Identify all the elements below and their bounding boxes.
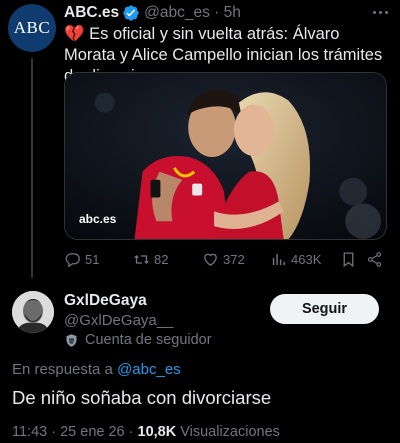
parent-tweet-header: ABC.es @abc_es · 5h [64,3,241,23]
reply-author-handle[interactable]: @GxlDeGaya__ [64,312,173,329]
reply-tweet: GxlDeGaya @GxlDeGaya__ Cuenta de seguido… [0,282,400,443]
more-options-icon[interactable] [370,4,390,20]
in-reply-prefix: En respuesta a [12,361,118,378]
follow-button[interactable]: Seguir [270,294,379,324]
views-chart-icon [272,253,285,265]
reply-button[interactable]: 51 [64,248,99,270]
in-reply-to-line: En respuesta a @abc_es [12,361,181,378]
author-handle-and-time: @abc_es · 5h [144,4,241,21]
thread-connector-line [31,58,33,278]
bearded-man-avatar-image [12,291,54,333]
retweet-count: 82 [154,251,169,267]
reply-author-name[interactable]: GxlDeGaya [64,292,147,310]
parent-tweet[interactable]: ABC ABC.es @abc_es · 5h 💔 Es oficial y s… [0,0,400,282]
bookmark-icon [343,251,354,267]
share-icon [367,251,382,267]
reply-views-count: 10,8K [137,424,177,440]
share-button[interactable] [366,248,383,270]
shield-icon [66,333,77,347]
in-reply-mention-link[interactable]: @abc_es [117,361,181,378]
reply-tweet-text: De niño soñaba con divorciarse [12,387,272,408]
retweet-button[interactable]: 82 [133,248,168,270]
verified-badge-icon [122,4,140,22]
reply-author-avatar[interactable] [12,291,54,333]
reply-timestamp[interactable]: 11:43 · 25 ene 26 · [12,424,138,440]
media-watermark: abc.es [79,212,117,226]
like-count: 372 [223,251,245,267]
views-button[interactable]: 463K [270,248,321,270]
reply-icon [65,252,80,267]
follower-account-badge: Cuenta de seguidor [64,331,212,349]
follower-badge-label: Cuenta de seguidor [85,332,212,348]
reply-count: 51 [85,251,100,267]
like-button[interactable]: 372 [202,248,245,270]
heart-icon [204,253,217,266]
views-count: 463K [291,251,322,267]
author-name[interactable]: ABC.es [64,4,119,22]
abc-avatar-logo-text: ABC [13,18,51,37]
reply-tweet-meta: 11:43 · 25 ene 26 · 10,8K Visualizacione… [12,424,280,440]
tweet-media-photo[interactable]: abc.es [64,72,387,240]
abc-avatar[interactable]: ABC [8,4,56,52]
tweet-action-bar: 51 82 372 463K [60,248,390,270]
bookmark-button[interactable] [340,248,357,270]
retweet-icon [134,254,149,264]
broken-heart-emoji: 💔 [64,25,85,43]
reply-views-label: Visualizaciones [176,424,280,440]
